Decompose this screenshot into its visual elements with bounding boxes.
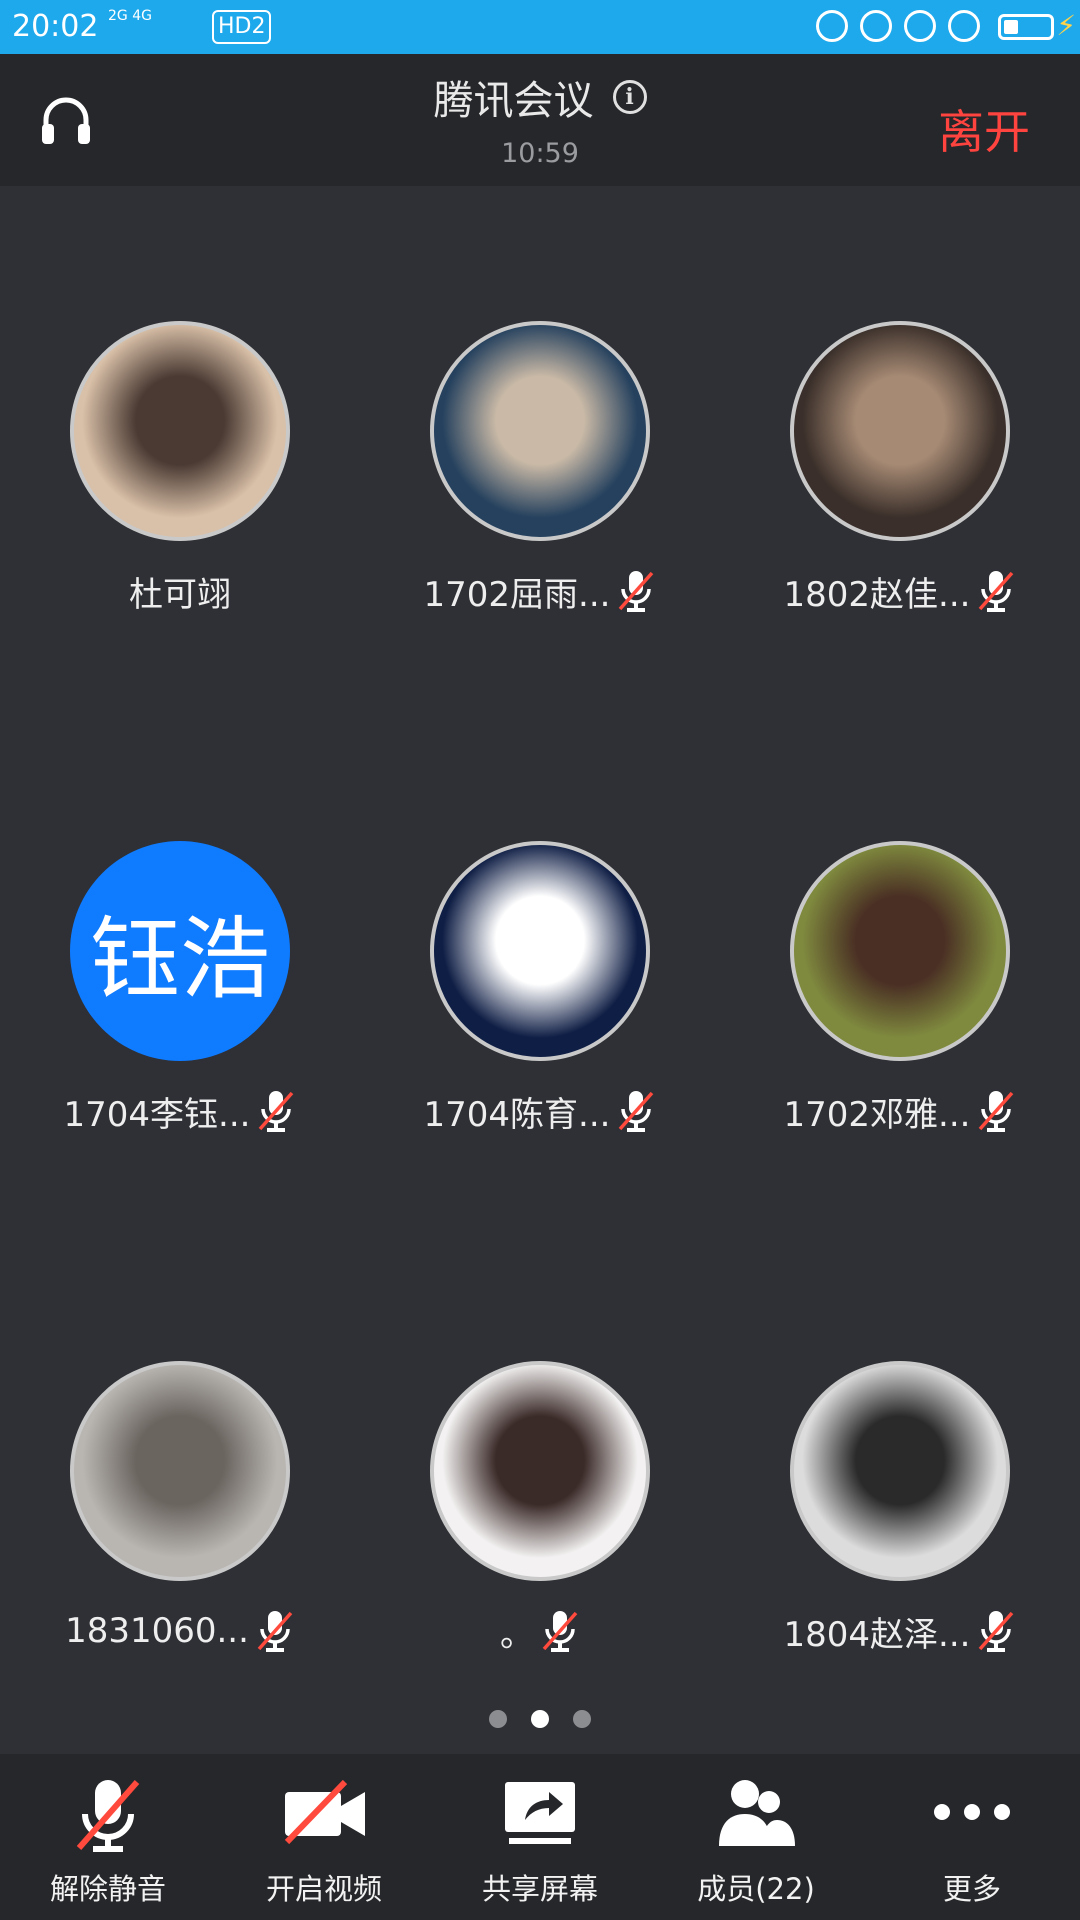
mic-off-icon xyxy=(76,1780,140,1852)
participant-tile[interactable]: 钰浩 1704李钰... xyxy=(0,706,360,1135)
start-video-label: 开启视频 xyxy=(265,1872,382,1906)
participant-tile[interactable]: 。 xyxy=(360,1226,720,1655)
participant-name: 1704李钰... xyxy=(63,1094,251,1135)
status-time: 20:02 xyxy=(12,9,99,44)
participant-name: 。 xyxy=(500,1614,534,1655)
unmute-label: 解除静音 xyxy=(49,1872,166,1906)
page-dot[interactable] xyxy=(573,1710,591,1728)
participant-name: 1804赵泽... xyxy=(783,1614,971,1655)
more-label: 更多 xyxy=(942,1872,1001,1906)
hd-voice-icon: HD2 xyxy=(212,10,272,44)
title-area: 腾讯会议 i 10:59 xyxy=(0,68,1080,169)
mic-muted-icon xyxy=(619,1091,654,1132)
status-icons xyxy=(816,10,980,42)
text-avatar: 钰浩 xyxy=(70,841,290,1061)
members-button[interactable]: 成员(22) xyxy=(648,1754,864,1920)
signal-icon: 2G 4G xyxy=(108,8,152,24)
participant-name-row: 1802赵佳... xyxy=(720,566,1080,616)
page-dot[interactable] xyxy=(531,1710,549,1728)
share-screen-button[interactable]: 共享屏幕 xyxy=(432,1754,648,1920)
mic-muted-icon xyxy=(542,1611,578,1652)
meeting-header: 腾讯会议 i 10:59 离开 xyxy=(0,54,1080,186)
mic-muted-icon xyxy=(257,1611,293,1652)
participant-name: 1831060... xyxy=(65,1611,249,1651)
mic-muted-icon xyxy=(619,571,654,612)
avatar xyxy=(70,321,290,541)
charging-icon: ⚡ xyxy=(1056,9,1076,42)
members-icon xyxy=(719,1780,795,1846)
meeting-title: 腾讯会议 xyxy=(433,78,594,124)
battery-icon xyxy=(998,14,1054,40)
participant-name-row: 杜可翊 xyxy=(0,566,360,616)
participant-name-row: 1704陈育... xyxy=(360,1086,720,1136)
participant-name-row: 1704李钰... xyxy=(0,1086,360,1136)
unmute-button[interactable]: 解除静音 xyxy=(0,1754,216,1920)
page-dot[interactable] xyxy=(489,1710,507,1728)
participant-name: 杜可翊 xyxy=(129,574,231,615)
more-button[interactable]: 更多 xyxy=(864,1754,1080,1920)
participant-tile[interactable]: 1702邓雅... xyxy=(720,706,1080,1135)
more-dots-icon xyxy=(934,1804,1010,1820)
mic-muted-icon xyxy=(979,1611,1014,1652)
participant-name-row: 1702屈雨... xyxy=(360,566,720,616)
lock-rotation-icon xyxy=(860,10,892,42)
participant-tile[interactable]: 1704陈育... xyxy=(360,706,720,1135)
participant-name-row: 1804赵泽... xyxy=(720,1606,1080,1656)
leave-button[interactable]: 离开 xyxy=(938,96,1030,162)
avatar xyxy=(430,321,650,541)
participant-name-row: 1831060... xyxy=(0,1606,360,1656)
vibrate-icon xyxy=(816,10,848,42)
alarm-icon xyxy=(904,10,936,42)
mic-muted-icon xyxy=(979,571,1014,612)
avatar xyxy=(790,1361,1010,1581)
avatar xyxy=(430,841,650,1061)
avatar xyxy=(430,1361,650,1581)
participant-tile[interactable]: 1802赵佳... xyxy=(720,186,1080,615)
participant-grid: 杜可翊 1702屈雨... 1802赵佳... 钰浩 1704李钰... 1704陈育..… xyxy=(0,186,1080,1706)
participant-tile[interactable]: 1831060... xyxy=(0,1226,360,1652)
participant-tile[interactable]: 1702屈雨... xyxy=(360,186,720,615)
participant-name-row: 1702邓雅... xyxy=(720,1086,1080,1136)
avatar xyxy=(70,1361,290,1581)
mic-muted-icon xyxy=(259,1091,294,1132)
members-label: 成员(22) xyxy=(697,1872,815,1906)
start-video-button[interactable]: 开启视频 xyxy=(216,1754,432,1920)
mic-muted-icon xyxy=(979,1091,1014,1132)
headset-status-icon xyxy=(948,10,980,42)
share-screen-icon xyxy=(505,1782,575,1844)
status-bar: 20:02 2G 4G HD2 ⚡ xyxy=(0,0,1080,54)
info-icon[interactable]: i xyxy=(612,80,647,114)
meeting-duration: 10:59 xyxy=(501,138,579,169)
participant-name: 1702邓雅... xyxy=(783,1094,971,1135)
share-screen-label: 共享屏幕 xyxy=(481,1872,598,1906)
participant-tile[interactable]: 杜可翊 xyxy=(0,186,360,615)
participant-tile[interactable]: 1804赵泽... xyxy=(720,1226,1080,1655)
participant-name: 1802赵佳... xyxy=(783,574,971,615)
video-off-icon xyxy=(284,1779,365,1845)
avatar xyxy=(790,841,1010,1061)
avatar xyxy=(790,321,1010,541)
page-indicator xyxy=(0,1710,1080,1728)
participant-name-row: 。 xyxy=(360,1606,720,1656)
participant-name: 1704陈育... xyxy=(423,1094,611,1135)
participant-name: 1702屈雨... xyxy=(423,574,611,615)
bottom-toolbar: 解除静音 开启视频 共享屏幕 成员(22) 更多 xyxy=(0,1754,1080,1920)
